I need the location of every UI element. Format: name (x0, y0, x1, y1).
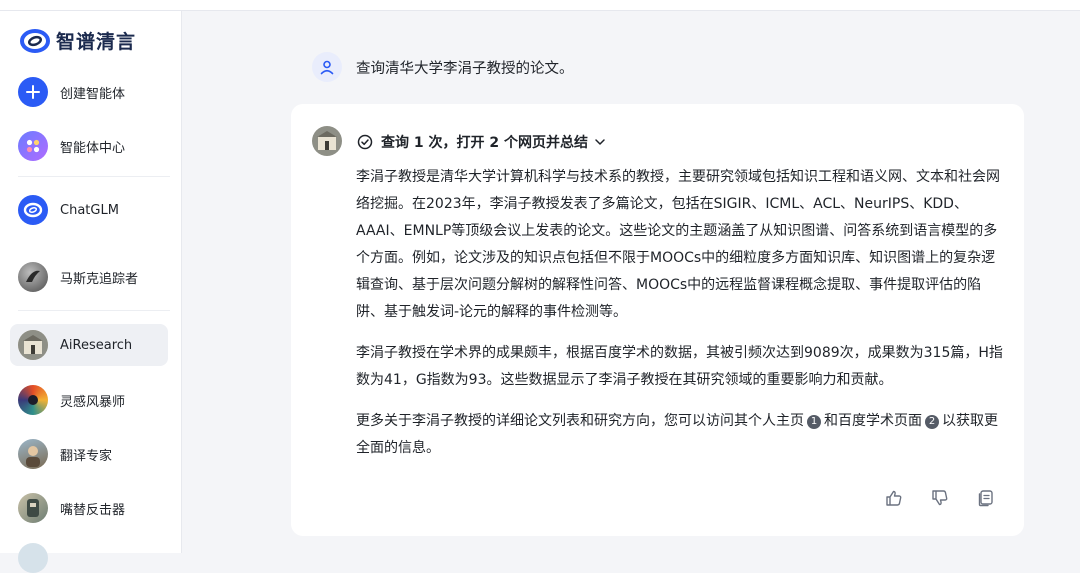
sidebar-item-label: 马斯克追踪者 (60, 271, 139, 287)
search-summary-toggle[interactable]: 查询 1 次，打开 2 个网页并总结 (357, 132, 606, 152)
brand[interactable]: 智谱清言 (20, 27, 136, 54)
sidebar-divider (18, 176, 170, 177)
answer-paragraph-closing: 更多关于李涓子教授的详细论文列表和研究方向，您可以访问其个人主页 1 和百度学术页面… (356, 408, 1006, 462)
closing-text: 和百度学术页面 (824, 413, 922, 429)
swirl-avatar-icon (18, 385, 48, 415)
sidebar-item-comeback-bot[interactable]: 嘴替反击器 (10, 487, 168, 529)
sidebar-item-label: 翻译专家 (60, 448, 113, 464)
message-actions (884, 488, 996, 508)
sidebar: 智谱清言 创建智能体 智能体中心 ChatGLM 马斯克追踪者 AiResear… (0, 11, 182, 573)
sidebar-item-inspiration-storm[interactable]: 灵感风暴师 (10, 379, 168, 421)
building-avatar-icon (18, 330, 48, 360)
thumbs-down-icon[interactable] (930, 488, 950, 508)
assistant-avatar-icon (312, 126, 342, 156)
citation-badge[interactable]: 2 (925, 415, 939, 429)
brand-name: 智谱清言 (56, 31, 137, 53)
chatglm-logo-icon (18, 195, 48, 225)
closing-text: 更多关于李涓子教授的详细论文列表和研究方向，您可以访问其个人主页 (356, 413, 804, 429)
top-bar (0, 0, 1080, 11)
sidebar-item-translator[interactable]: 翻译专家 (10, 433, 168, 475)
sidebar-item-label: ChatGLM (60, 202, 119, 218)
sidebar-item-chatglm[interactable]: ChatGLM (10, 189, 168, 231)
assistant-message-card: 查询 1 次，打开 2 个网页并总结 李涓子教授是清华大学计算机科学与技术系的教… (291, 104, 1024, 536)
citation-badge[interactable]: 1 (807, 415, 821, 429)
sidebar-item-label: 嘴替反击器 (60, 502, 126, 518)
answer-paragraph: 李涓子教授是清华大学计算机科学与技术系的教授，主要研究领域包括知识工程和语义网、… (356, 169, 1000, 320)
partial-avatar-icon (18, 543, 48, 573)
sidebar-item-partial[interactable] (10, 541, 168, 573)
answer-paragraph: 李涓子教授在学术界的成果颇丰，根据百度学术的数据，其被引频次达到9089次，成果… (356, 345, 1003, 388)
brand-logo-icon (20, 28, 50, 53)
chevron-down-icon (595, 139, 605, 145)
thumbs-up-icon[interactable] (884, 488, 904, 508)
sidebar-item-label: AiResearch (60, 337, 133, 353)
assistant-answer: 李涓子教授是清华大学计算机科学与技术系的教授，主要研究领域包括知识工程和语义网、… (356, 164, 1006, 476)
sidebar-divider (18, 310, 170, 311)
user-avatar-icon (312, 52, 342, 82)
sidebar-item-agent-center[interactable]: 智能体中心 (10, 125, 168, 167)
plus-icon (18, 77, 48, 107)
sidebar-item-label: 创建智能体 (60, 86, 126, 102)
search-summary-label: 查询 1 次，打开 2 个网页并总结 (381, 135, 588, 151)
apps-icon (18, 131, 48, 161)
check-circle-icon (357, 134, 373, 150)
musk-avatar-icon (18, 262, 48, 292)
translator-avatar-icon (18, 439, 48, 469)
copy-icon[interactable] (976, 488, 996, 508)
comeback-avatar-icon (18, 493, 48, 523)
sidebar-item-airesearch[interactable]: AiResearch (10, 324, 168, 366)
user-message-text: 查询清华大学李涓子教授的论文。 (356, 60, 574, 77)
user-message-row: 查询清华大学李涓子教授的论文。 (312, 52, 574, 82)
sidebar-item-label: 灵感风暴师 (60, 394, 126, 410)
sidebar-item-create-agent[interactable]: 创建智能体 (10, 71, 168, 113)
sidebar-item-musk-tracker[interactable]: 马斯克追踪者 (10, 256, 168, 298)
sidebar-item-label: 智能体中心 (60, 140, 126, 156)
